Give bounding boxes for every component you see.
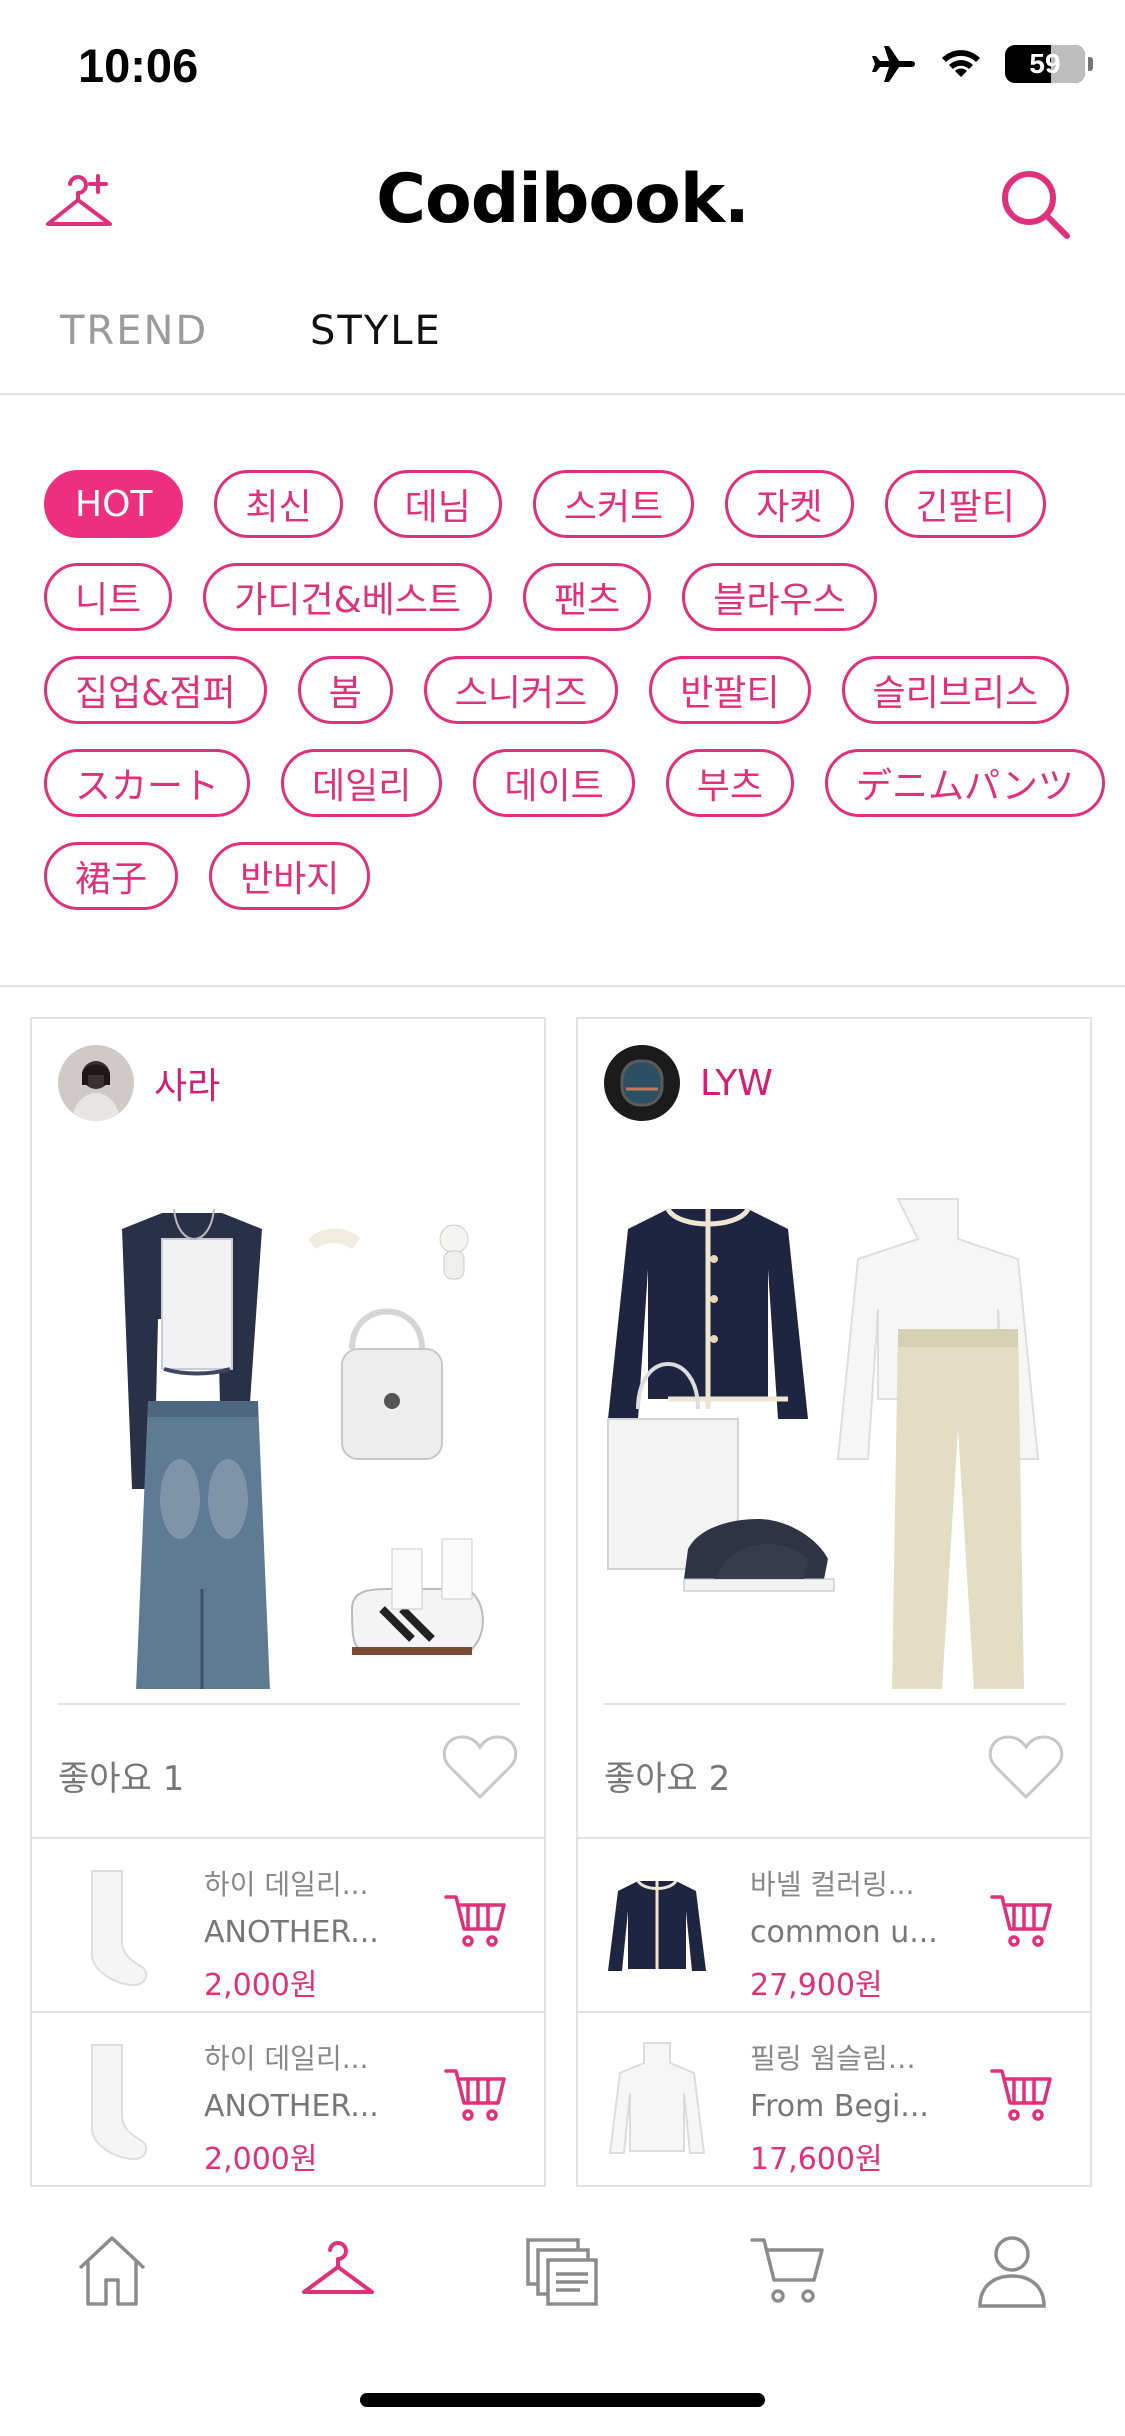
tag-chip[interactable]: 裙子 [44,842,179,910]
product-thumbnail[interactable] [602,2029,712,2169]
cart-add-icon[interactable] [444,1891,508,1949]
card-user[interactable]: LYW [604,1045,773,1121]
product-item[interactable]: 바넬 컬러링... common u... 27,900원 [578,1837,1090,2009]
tag-chip[interactable]: 니트 [44,563,173,631]
heart-icon[interactable] [986,1731,1066,1803]
battery-indicator: 59 [1005,45,1093,83]
tag-filter-list: HOT 최신 데님 스커트 자켓 긴팔티 니트 가디건&베스트 팬츠 블라우스 … [44,470,1105,935]
tag-row: 裙子 반바지 [44,842,1104,912]
product-price: 2,000원 [204,1968,318,2003]
product-info: 바넬 컬러링... common u... 27,900원 [750,1863,980,2004]
cart-add-icon[interactable] [444,2065,508,2123]
username[interactable]: 사라 [154,1057,220,1109]
battery-level: 59 [1029,48,1061,79]
product-brand: ANOTHER... [204,2089,379,2124]
card-divider [58,1703,520,1705]
product-price: 2,000원 [204,2142,318,2177]
home-indicator [360,2393,765,2407]
airplane-icon [872,46,915,82]
tag-chip[interactable]: 데님 [373,470,502,538]
product-name: 하이 데일리... [204,1868,369,1901]
cart-add-icon[interactable] [990,2065,1054,2123]
product-brand: common u... [750,1915,938,1950]
tag-row: HOT 최신 데님 스커트 자켓 긴팔티 [44,470,1104,540]
card-user[interactable]: 사라 [58,1045,220,1121]
tag-row: 집업&점퍼 봄 스니커즈 반팔티 슬리브리스 [44,656,1104,726]
tag-chip[interactable]: 블라우스 [682,563,877,631]
status-bar: 10:06 59 [0,0,1125,130]
hanger-icon[interactable] [298,2230,378,2310]
section-divider [0,985,1125,987]
product-brand: From Begi... [750,2089,929,2124]
status-icons: 59 [871,44,1093,84]
collection-icon[interactable] [522,2230,602,2310]
product-item[interactable]: 하이 데일리... ANOTHER... 2,000원 [32,2011,544,2183]
home-icon[interactable] [72,2230,152,2310]
tag-chip[interactable]: 봄 [297,656,393,724]
avatar[interactable] [58,1045,134,1121]
tag-row: 니트 가디건&베스트 팬츠 블라우스 [44,563,1104,633]
tab-trend[interactable]: TREND [60,308,208,354]
product-name: 바넬 컬러링... [750,1868,915,1901]
product-info: 하이 데일리... ANOTHER... 2,000원 [204,2037,434,2178]
like-count: 좋아요 2 [604,1759,731,1799]
cart-add-icon[interactable] [990,1891,1054,1949]
tab-style[interactable]: STYLE [310,308,442,354]
tag-chip[interactable]: 반팔티 [649,656,811,724]
tag-chip[interactable]: 팬츠 [523,563,652,631]
tag-chip[interactable]: 데이트 [473,749,635,817]
tag-chip[interactable]: 최신 [214,470,343,538]
tag-chip[interactable]: 부츠 [665,749,795,817]
product-price: 27,900원 [750,1968,883,2003]
product-thumbnail[interactable] [56,1855,166,1995]
cart-icon[interactable] [748,2230,828,2310]
heart-icon[interactable] [440,1731,520,1803]
product-info: 하이 데일리... ANOTHER... 2,000원 [204,1863,434,2004]
tag-chip-hot[interactable]: HOT [44,470,184,538]
app-logo: Codibook. [376,160,750,239]
outfit-image[interactable] [52,1169,526,1689]
status-time: 10:06 [78,39,199,92]
tag-chip[interactable]: 자켓 [725,470,854,538]
like-count: 좋아요 1 [58,1759,185,1799]
tag-chip[interactable]: 스커트 [532,470,695,538]
product-brand: ANOTHER... [204,1915,379,1950]
wifi-icon [942,50,980,77]
avatar[interactable] [604,1045,680,1121]
tag-chip[interactable]: 반바지 [209,842,371,910]
app-header: Codibook. [0,140,1125,260]
search-icon[interactable] [995,164,1075,244]
product-item[interactable]: 하이 데일리... ANOTHER... 2,000원 [32,1837,544,2009]
tag-chip[interactable]: スカート [44,749,251,817]
tag-chip[interactable]: 데일리 [281,749,443,817]
tag-chip[interactable]: 슬리브리스 [841,656,1070,724]
style-card[interactable]: 사라 좋아요 1 하이 데일리... ANOTHER... 2,000원 하이 … [30,1017,546,2187]
card-divider [604,1703,1066,1705]
product-info: 필링 웜슬림… From Begi... 17,600원 [750,2037,980,2178]
tag-chip[interactable]: 긴팔티 [884,470,1046,538]
tag-chip[interactable]: 가디건&베스트 [203,563,493,631]
product-item[interactable]: 필링 웜슬림… From Begi... 17,600원 [578,2011,1090,2183]
tag-chip[interactable]: デニムパンツ [825,749,1105,817]
product-name: 하이 데일리... [204,2042,369,2075]
profile-icon[interactable] [972,2230,1052,2310]
product-price: 17,600원 [750,2142,883,2177]
product-thumbnail[interactable] [602,1855,712,1995]
tab-bar: TREND STYLE [0,300,1125,395]
tag-chip[interactable]: 집업&점퍼 [44,656,267,724]
style-card[interactable]: LYW 좋아요 2 바넬 컬러링... common u... 27,900원 … [576,1017,1092,2187]
username[interactable]: LYW [700,1063,773,1104]
outfit-image[interactable] [598,1169,1072,1689]
tag-row: スカート 데일리 데이트 부츠 デニムパンツ [44,749,1105,819]
product-name: 필링 웜슬림… [750,2042,916,2075]
product-thumbnail[interactable] [56,2029,166,2169]
tag-chip[interactable]: 스니커즈 [423,656,619,724]
